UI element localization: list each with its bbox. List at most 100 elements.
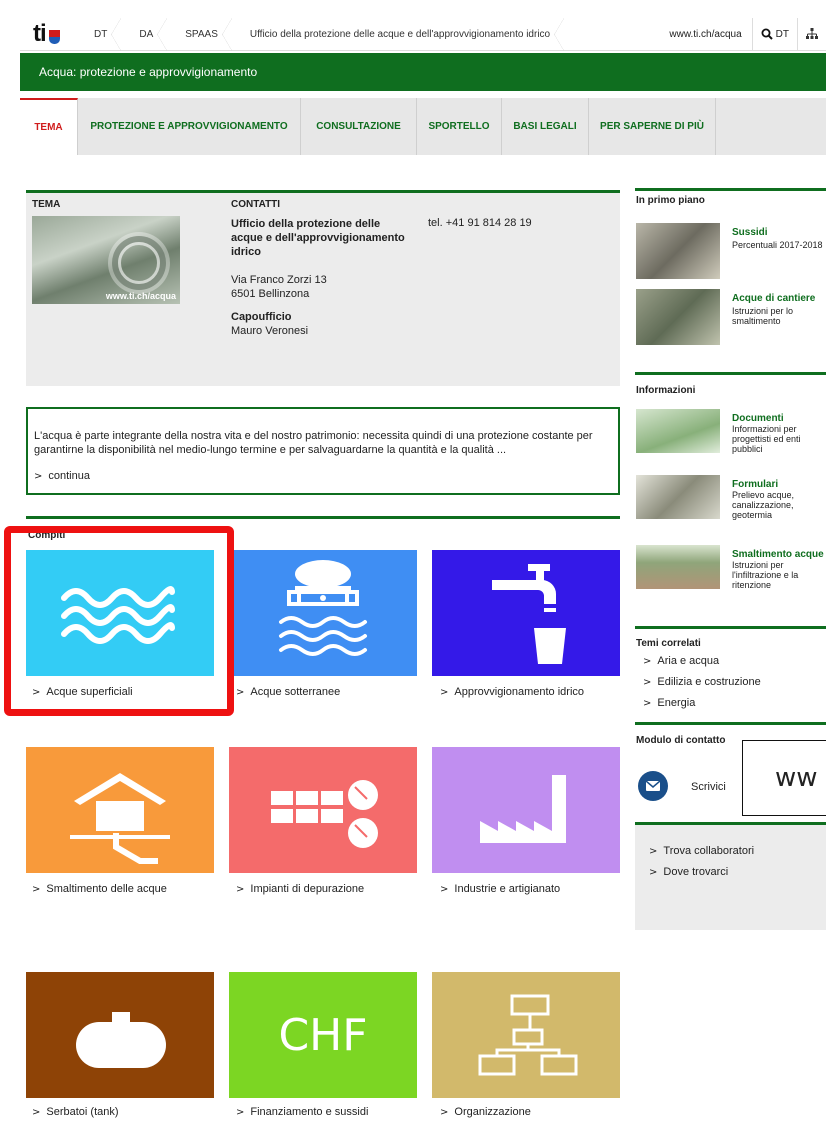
groundwater-icon bbox=[279, 560, 367, 656]
tile-label-finanziamento[interactable]: > Finanziamento e sussidi bbox=[236, 1106, 368, 1118]
construction-water-image bbox=[636, 289, 720, 345]
overlay-url-fragment: ww bbox=[742, 740, 826, 816]
compiti-divider bbox=[26, 516, 620, 519]
chevron-right-icon: > bbox=[649, 846, 658, 857]
contact-button[interactable] bbox=[638, 771, 668, 801]
top-tools: www.ti.ch/acqua DT bbox=[659, 17, 826, 51]
contatti-heading: CONTATTI bbox=[231, 199, 281, 210]
chevron-right-icon: > bbox=[440, 687, 449, 698]
sitemap-button[interactable] bbox=[798, 28, 826, 40]
tile-industrie[interactable] bbox=[432, 747, 620, 873]
sidebar-links-box: > Trova collaboratori > Dove trovarci bbox=[635, 822, 826, 930]
label-text: Approvvigionamento idrico bbox=[454, 686, 585, 698]
label-text: Serbatoi (tank) bbox=[46, 1106, 119, 1118]
chevron-right-icon: > bbox=[236, 1107, 245, 1118]
search-icon bbox=[761, 28, 773, 40]
news-title: Smaltimento acque bbox=[732, 549, 824, 560]
link-trova-collaboratori[interactable]: > Trova collaboratori bbox=[635, 841, 826, 862]
informazioni-heading: Informazioni bbox=[636, 385, 696, 396]
main-tabs: TEMA PROTEZIONE E APPROVVIGIONAMENTO CON… bbox=[20, 98, 826, 155]
tab-consultazione[interactable]: CONSULTAZIONE bbox=[301, 98, 417, 155]
link-aria-acqua[interactable]: > Aria e acqua bbox=[635, 651, 826, 672]
tile-smaltimento[interactable] bbox=[26, 747, 214, 873]
tab-per-saperne[interactable]: PER SAPERNE DI PIÙ bbox=[589, 98, 716, 155]
scrivici-link[interactable]: Scrivici bbox=[691, 781, 726, 793]
office-phone: tel. +41 91 814 28 19 bbox=[428, 217, 532, 229]
selection-highlight bbox=[4, 526, 234, 716]
tile-label-impianti[interactable]: > Impianti di depurazione bbox=[236, 883, 364, 895]
primo-piano-heading: In primo piano bbox=[636, 195, 705, 206]
breadcrumb-item-dt[interactable]: DT bbox=[88, 18, 122, 51]
treatment-plant-icon bbox=[271, 780, 378, 848]
capoufficio-heading: Capoufficio bbox=[231, 311, 292, 323]
coins-image bbox=[636, 223, 720, 279]
tab-sportello[interactable]: SPORTELLO bbox=[417, 98, 502, 155]
chevron-right-icon: > bbox=[643, 698, 652, 709]
overlay-text: ww bbox=[775, 763, 818, 793]
intro-box: L'acqua è parte integrante della nostra … bbox=[26, 407, 620, 495]
breadcrumb-item-da[interactable]: DA bbox=[121, 18, 168, 51]
factory-icon bbox=[480, 775, 566, 843]
news-title: Acque di cantiere bbox=[732, 293, 816, 304]
chevron-right-icon: > bbox=[32, 1107, 41, 1118]
tile-label-serbatoi[interactable]: > Serbatoi (tank) bbox=[32, 1106, 119, 1118]
documents-image bbox=[636, 409, 720, 453]
tile-impianti-depurazione[interactable] bbox=[229, 747, 417, 873]
chevron-right-icon: > bbox=[32, 884, 41, 895]
ticino-logo[interactable]: ti bbox=[20, 18, 88, 50]
tile-serbatoi[interactable] bbox=[26, 972, 214, 1098]
tile-finanziamento[interactable]: CHF bbox=[229, 972, 417, 1098]
tile-approvvigionamento[interactable] bbox=[432, 550, 620, 676]
tile-acque-sotterranee[interactable] bbox=[229, 550, 417, 676]
link-energia[interactable]: > Energia bbox=[635, 693, 826, 714]
chevron-right-icon: > bbox=[440, 884, 449, 895]
tile-label-organizzazione[interactable]: > Organizzazione bbox=[440, 1106, 531, 1118]
sitemap-icon bbox=[806, 28, 818, 39]
continua-label: continua bbox=[48, 470, 90, 482]
sidebar-primo-piano: In primo piano Sussidi Percentuali 2017-… bbox=[635, 188, 826, 372]
tap-icon bbox=[492, 564, 566, 664]
label-text: Finanziamento e sussidi bbox=[250, 1106, 369, 1118]
continua-link[interactable]: > continua bbox=[34, 469, 612, 484]
tab-tema[interactable]: TEMA bbox=[20, 98, 78, 155]
link-dove-trovarci[interactable]: > Dove trovarci bbox=[635, 862, 826, 883]
tile-label-industrie[interactable]: > Industrie e artigianato bbox=[440, 883, 560, 895]
news-title: Sussidi bbox=[732, 227, 768, 238]
chevron-right-icon: > bbox=[440, 1107, 449, 1118]
tile-label-smaltimento[interactable]: > Smaltimento delle acque bbox=[32, 883, 167, 895]
label-text: Organizzazione bbox=[454, 1106, 531, 1118]
envelope-icon bbox=[646, 781, 660, 791]
site-url-link[interactable]: www.ti.ch/acqua bbox=[659, 17, 753, 51]
office-name: Ufficio della protezione delle acque e d… bbox=[231, 218, 405, 258]
org-chart-icon bbox=[478, 994, 578, 1076]
tile-label-approvvigionamento[interactable]: > Approvvigionamento idrico bbox=[440, 686, 584, 698]
infiltration-image bbox=[636, 545, 720, 589]
tile-label-acque-sotterranee[interactable]: > Acque sotterranee bbox=[236, 686, 340, 698]
chevron-right-icon: > bbox=[236, 687, 245, 698]
search-button[interactable]: DT bbox=[753, 17, 798, 51]
address-street: Via Franco Zorzi 13 bbox=[231, 274, 327, 286]
link-text: Edilizia e costruzione bbox=[657, 676, 761, 688]
chevron-right-icon: > bbox=[649, 867, 658, 878]
news-desc: Istruzioni per l'infiltrazione e la rite… bbox=[732, 560, 799, 590]
label-text: Acque sotterranee bbox=[250, 686, 341, 698]
label-text: Industrie e artigianato bbox=[454, 883, 561, 895]
section-title: Acqua: protezione e approvvigionamento bbox=[39, 65, 258, 79]
chevron-right-icon: > bbox=[643, 677, 652, 688]
tab-basi-legali[interactable]: BASI LEGALI bbox=[502, 98, 589, 155]
tile-organizzazione[interactable] bbox=[432, 972, 620, 1098]
office-address: Via Franco Zorzi 13 6501 Bellinzona bbox=[231, 273, 327, 301]
tab-protezione[interactable]: PROTEZIONE E APPROVVIGIONAMENTO bbox=[78, 98, 301, 155]
breadcrumb-item-spaas[interactable]: SPAAS bbox=[167, 18, 232, 51]
link-edilizia[interactable]: > Edilizia e costruzione bbox=[635, 672, 826, 693]
news-title: Formulari bbox=[732, 479, 779, 490]
chevron-right-icon: > bbox=[643, 656, 652, 667]
section-title-bar: Acqua: protezione e approvvigionamento bbox=[20, 53, 826, 91]
tema-box: TEMA www.ti.ch/acqua CONTATTI Ufficio de… bbox=[26, 190, 620, 386]
news-title: Documenti bbox=[732, 413, 784, 424]
link-text: Trova collaboratori bbox=[663, 845, 755, 857]
house-drain-icon bbox=[70, 773, 170, 864]
water-drop-image: www.ti.ch/acqua bbox=[32, 216, 180, 304]
breadcrumb-item-office[interactable]: Ufficio della protezione delle acque e d… bbox=[232, 18, 565, 51]
ticino-shield-icon bbox=[48, 30, 60, 44]
